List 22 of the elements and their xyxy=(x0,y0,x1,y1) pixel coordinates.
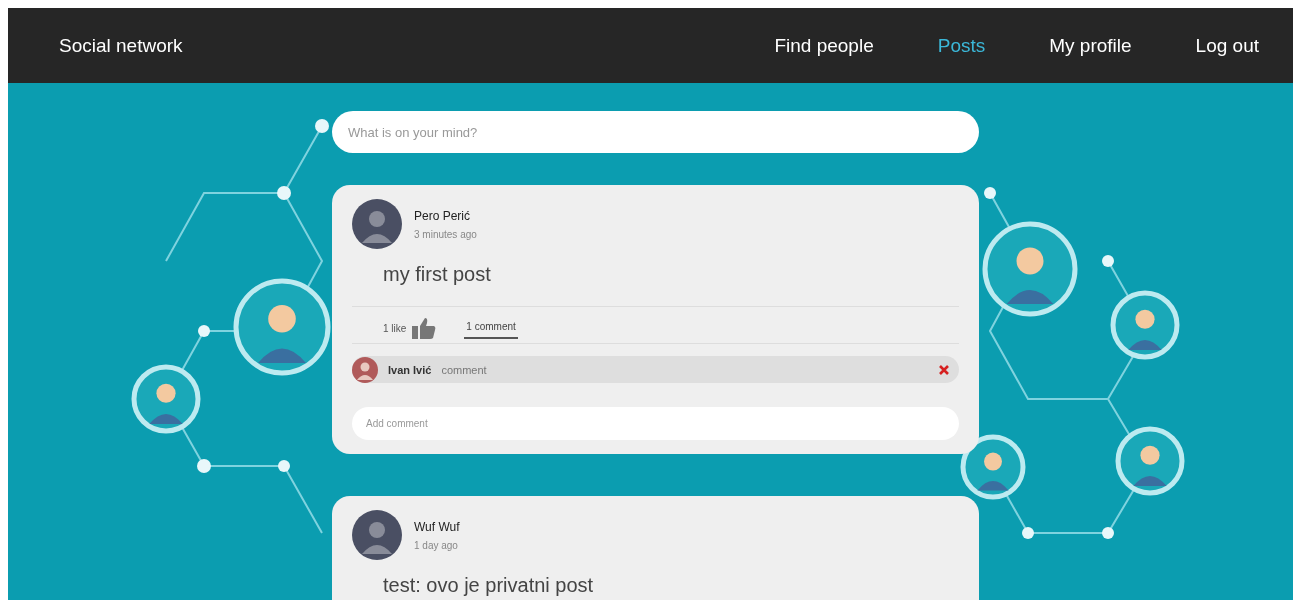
author-name[interactable]: Pero Perić xyxy=(414,208,477,223)
nav-link[interactable]: Posts xyxy=(937,34,986,57)
nav-link[interactable]: Log out xyxy=(1195,34,1259,57)
like-count: 1 like xyxy=(383,322,407,334)
post-time: 3 minutes ago xyxy=(414,228,477,240)
comments-tab[interactable]: 1 comment xyxy=(464,317,518,339)
nav-link[interactable]: My profile xyxy=(1049,34,1132,57)
close-icon[interactable] xyxy=(939,364,949,375)
post-time: 1 day ago xyxy=(414,539,459,551)
avatar xyxy=(352,510,402,560)
comment-input[interactable]: Add comment xyxy=(352,407,959,440)
post-text: my first post xyxy=(383,263,492,286)
brand-title[interactable]: Social network xyxy=(59,34,711,57)
post-composer-input[interactable]: What is on your mind? xyxy=(332,111,979,153)
comment-text: comment xyxy=(441,363,488,376)
post-text: test: ovo je privatni post xyxy=(383,574,595,597)
nav-link[interactable]: Find people xyxy=(774,34,874,57)
commenter-name[interactable]: Ivan Ivić xyxy=(388,363,432,376)
thumbs-up-icon[interactable] xyxy=(412,317,437,339)
avatar xyxy=(352,199,402,249)
commenter-avatar xyxy=(352,356,378,383)
author-name[interactable]: Wuf Wuf xyxy=(414,519,460,534)
